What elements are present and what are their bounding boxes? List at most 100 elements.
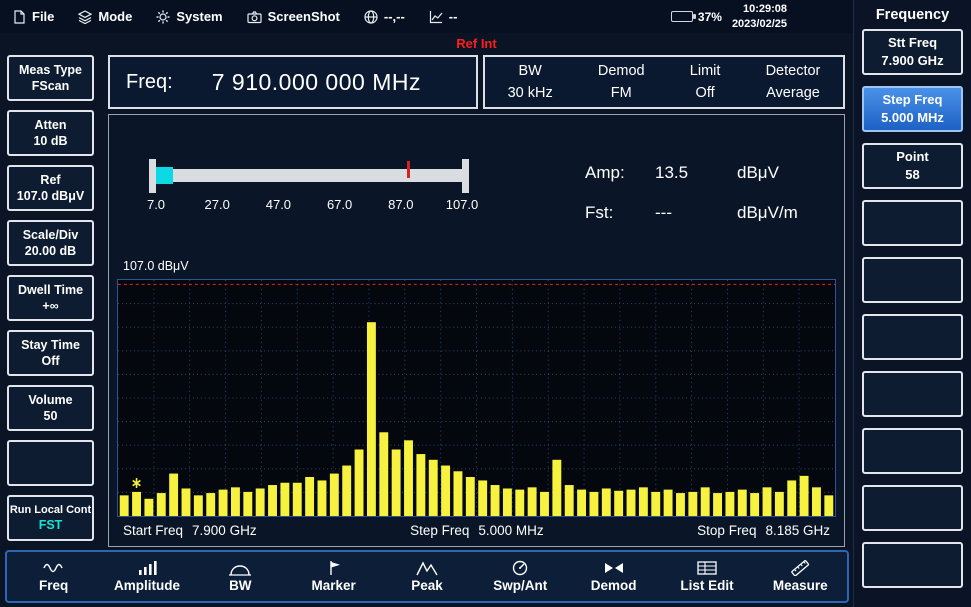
menu-system-label: System xyxy=(176,9,222,24)
status-value: 30 kHz xyxy=(508,82,553,104)
toolbar-label: BW xyxy=(229,578,252,593)
toolbar-swp-ant[interactable]: Swp/Ant xyxy=(474,560,567,593)
tick-label: 7.0 xyxy=(147,197,165,212)
gear-icon xyxy=(156,10,170,24)
trace-indicator[interactable]: -- xyxy=(429,9,458,24)
gps-indicator[interactable]: --,-- xyxy=(364,9,405,24)
softkey-blank[interactable] xyxy=(862,200,963,246)
softkey-blank[interactable] xyxy=(862,257,963,303)
softkey-empty[interactable] xyxy=(7,440,94,486)
battery-percent: 37% xyxy=(698,10,722,24)
frequency-label: Freq: xyxy=(126,71,173,94)
toolbar-label: Amplitude xyxy=(114,578,180,593)
softkey-start-freq[interactable]: Stt Freq 7.900 GHz xyxy=(862,29,963,75)
menu-system[interactable]: System xyxy=(156,9,222,24)
tick-label: 47.0 xyxy=(266,197,291,212)
tick-label: 67.0 xyxy=(327,197,352,212)
toolbar-demod[interactable]: Demod xyxy=(567,560,660,593)
amp-unit: dBμV xyxy=(737,163,798,183)
softkey-scale-div[interactable]: Scale/Div 20.00 dB xyxy=(7,220,94,266)
menu-file[interactable]: File xyxy=(12,9,54,24)
menu-screenshot[interactable]: ScreenShot xyxy=(247,9,340,24)
level-meter-track xyxy=(156,169,462,182)
start-freq-value: 7.900 GHz xyxy=(192,523,257,538)
softkey-value: 50 xyxy=(44,408,58,424)
menu-mode[interactable]: Mode xyxy=(78,9,132,24)
gps-value: --,-- xyxy=(384,9,405,24)
toolbar-label: Marker xyxy=(312,578,356,593)
softkey-blank[interactable] xyxy=(862,314,963,360)
amp-readouts: Amp: 13.5 dBμV Fst: --- dBμV/m xyxy=(585,163,798,247)
status-label: Limit xyxy=(690,60,721,82)
fst-label: Fst: xyxy=(585,203,643,223)
softkey-stay-time[interactable]: Stay Time Off xyxy=(7,330,94,376)
trend-icon xyxy=(429,10,443,24)
softkey-atten[interactable]: Atten 10 dB xyxy=(7,110,94,156)
battery-indicator: 37% xyxy=(671,10,722,24)
softkey-value: 107.0 dBμV xyxy=(17,188,84,204)
softkey-meas-type[interactable]: Meas Type FScan xyxy=(7,55,94,101)
amplitude-icon xyxy=(136,560,158,576)
menu-screenshot-label: ScreenShot xyxy=(268,9,340,24)
softkey-title: Stt Freq xyxy=(888,34,937,52)
tick-label: 107.0 xyxy=(446,197,479,212)
battery-icon xyxy=(671,11,693,22)
fst-value: --- xyxy=(655,203,725,223)
softkey-title: Meas Type xyxy=(19,62,82,78)
level-meter: 7.0 27.0 47.0 67.0 87.0 107.0 xyxy=(149,159,469,223)
softkey-title: Dwell Time xyxy=(18,282,83,298)
softkey-title: Scale/Div xyxy=(23,227,79,243)
display-panel: 7.0 27.0 47.0 67.0 87.0 107.0 Amp: 13.5 xyxy=(108,114,845,547)
softkey-run-local-cont[interactable]: Run Local Cont FST xyxy=(7,495,94,541)
menu-mode-label: Mode xyxy=(98,9,132,24)
softkey-value: FST xyxy=(39,517,63,533)
right-menu-title: Frequency xyxy=(862,4,963,29)
list-edit-icon xyxy=(696,560,718,576)
softkey-step-freq[interactable]: Step Freq 5.000 MHz xyxy=(862,86,963,132)
softkey-blank[interactable] xyxy=(862,542,963,588)
right-softkey-column: Frequency Stt Freq 7.900 GHz Step Freq 5… xyxy=(853,0,971,607)
toolbar-freq[interactable]: Freq xyxy=(7,560,100,593)
level-meter-right-cap xyxy=(462,159,469,193)
level-meter-left-cap xyxy=(149,159,156,193)
toolbar-peak[interactable]: Peak xyxy=(380,560,473,593)
softkey-value: FScan xyxy=(32,78,70,94)
info-row: Freq: 7 910.000 000 MHz BW 30 kHz Demod … xyxy=(108,55,845,109)
step-freq-label: Step Freq xyxy=(410,523,469,538)
toolbar-label: Measure xyxy=(773,578,828,593)
stop-freq: Stop Freq 8.185 GHz xyxy=(697,523,830,538)
softkey-ref[interactable]: Ref 107.0 dBμV xyxy=(7,165,94,211)
toolbar-list-edit[interactable]: List Edit xyxy=(660,560,753,593)
clock: 10:29:08 2023/02/25 xyxy=(732,2,787,31)
softkey-blank[interactable] xyxy=(862,485,963,531)
softkey-title: Run Local Cont xyxy=(10,503,91,517)
softkey-volume[interactable]: Volume 50 xyxy=(7,385,94,431)
amp-value: 13.5 xyxy=(655,163,725,183)
toolbar-measure[interactable]: Measure xyxy=(754,560,847,593)
sweep-icon xyxy=(509,560,531,576)
amp-label: Amp: xyxy=(585,163,643,183)
softkey-blank[interactable] xyxy=(862,371,963,417)
toolbar-label: Swp/Ant xyxy=(493,578,547,593)
status-label: Detector xyxy=(766,60,821,82)
softkey-value: 5.000 MHz xyxy=(881,109,944,127)
toolbar-label: List Edit xyxy=(680,578,733,593)
spectrum-trace xyxy=(118,280,835,516)
softkey-point[interactable]: Point 58 xyxy=(862,143,963,189)
demod-icon xyxy=(603,560,625,576)
status-label: BW xyxy=(508,60,553,82)
left-softkey-column: Meas Type FScan Atten 10 dB Ref 107.0 dB… xyxy=(0,33,100,547)
main-column: File Mode System ScreenShot --,-- -- xyxy=(0,0,853,607)
toolbar-amplitude[interactable]: Amplitude xyxy=(100,560,193,593)
content-row: Meas Type FScan Atten 10 dB Ref 107.0 dB… xyxy=(0,33,853,547)
toolbar-marker[interactable]: Marker xyxy=(287,560,380,593)
toolbar-bw[interactable]: BW xyxy=(194,560,287,593)
softkey-dwell-time[interactable]: Dwell Time +∞ xyxy=(7,275,94,321)
status-value: Off xyxy=(690,82,721,104)
toolbar-label: Demod xyxy=(591,578,637,593)
status-value: Average xyxy=(766,82,821,104)
sweep-labels: Start Freq 7.900 GHz Step Freq 5.000 MHz… xyxy=(115,517,838,544)
peak-icon xyxy=(416,560,438,576)
softkey-blank[interactable] xyxy=(862,428,963,474)
level-meter-fill xyxy=(156,167,173,184)
